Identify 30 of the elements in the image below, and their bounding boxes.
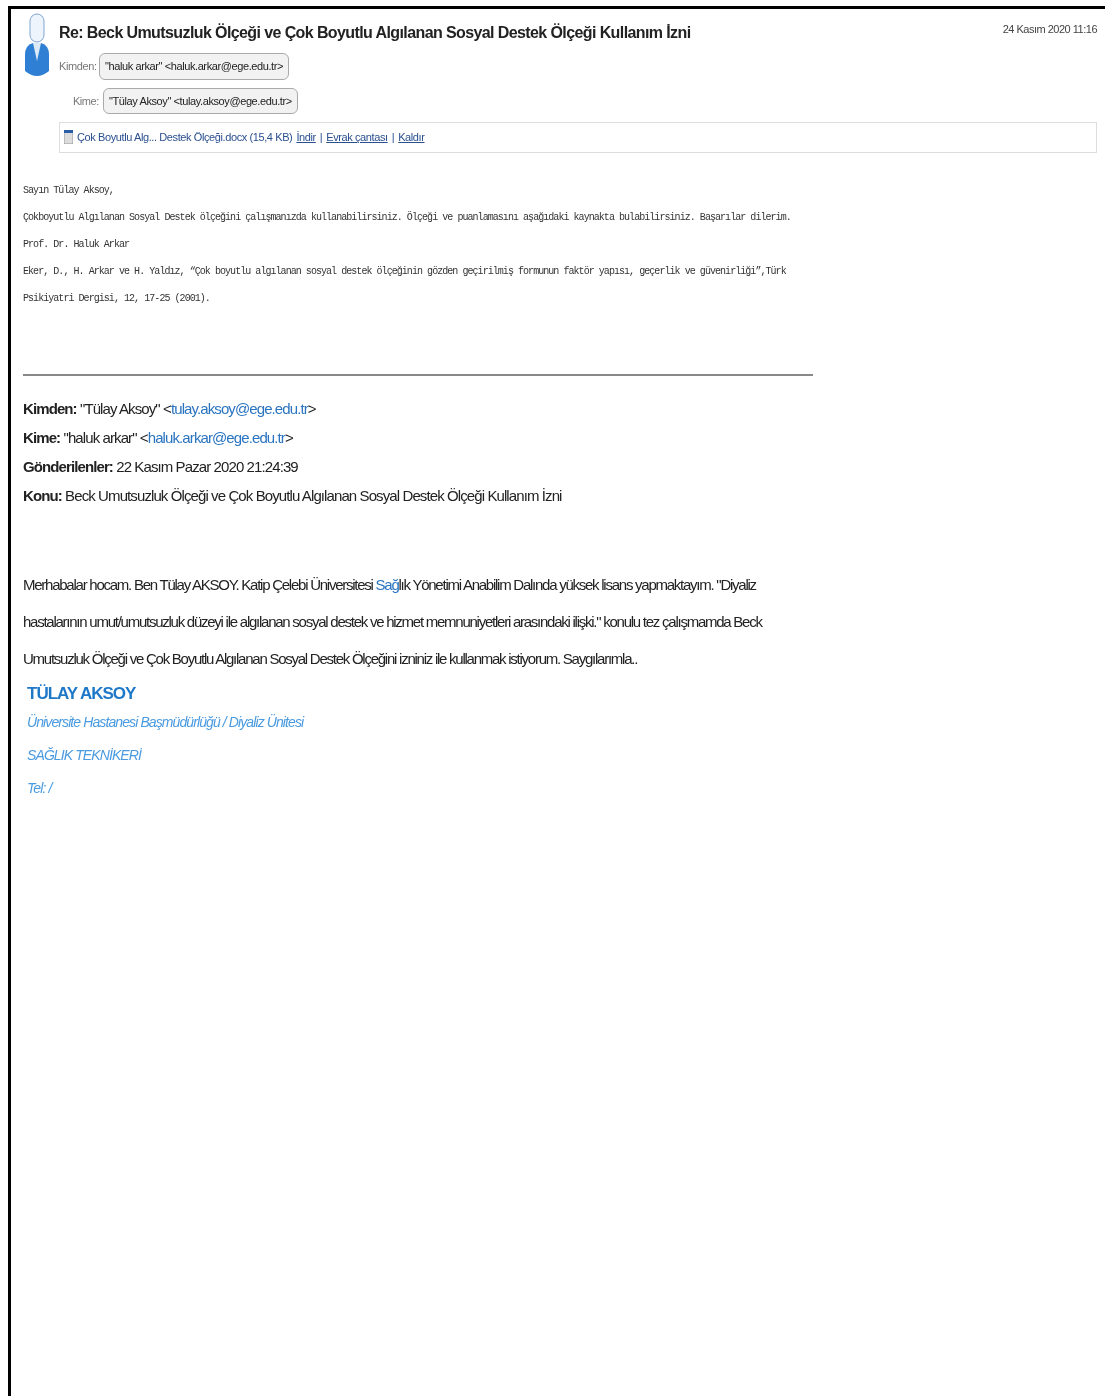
message-paragraph: Merhabalar hocam. Ben Tülay AKSOY. Katip Çelebi Üniversitesi Sağlık Yönetimi Anabilim Dalında yüksek lisans yapmaktayım. "Diyaliz hastalarının umut/umutsuzluk düzeyi ile algılanan sosyal destek ve hizmet memnuniyetleri arasındaki ilişki." konulu tez çalışmamda Beck Umutsuzluk Ölçeği ve Çok Boyutlu Algılanan Sosyal Destek Ölçeğini izniniz ile kullanmak istiyorum. Saygılarımla.. (23, 574, 764, 669)
signature-name: TÜLAY AKSOY (27, 682, 137, 705)
email-date: 24 Kasım 2020 11:16 (1002, 22, 1097, 37)
address-chip[interactable]: "haluk arkar" <haluk.arkar@ege.edu.tr> (99, 53, 290, 80)
field-label: Kime: (71, 93, 99, 109)
reply-line: Sayın Tülay Aksoy, (23, 183, 115, 198)
address-chip[interactable]: "Tülay Aksoy" <tulay.aksoy@ege.edu.tr> (103, 87, 298, 114)
attachment-name: Çok Boyutlu Alg... Destek Ölçeği.docx (15,4 KB) (77, 130, 293, 145)
signature-line: SAĞLIK TEKNİKERİ (27, 746, 143, 765)
separator: | (391, 130, 395, 145)
email-link[interactable]: haluk.arkar@ege.edu.tr (147, 428, 285, 446)
header-line: Kime: "haluk arkar" <haluk.arkar@ege.edu.tr> (23, 427, 294, 448)
header-line: Kimden: "Tülay Aksoy" <tulay.aksoy@ege.edu.tr> (23, 398, 317, 419)
person-icon (23, 13, 51, 79)
header-line: Gönderilenler: 22 Kasım Pazar 2020 21:24:39 (23, 456, 299, 477)
email-link[interactable]: tulay.aksoy@ege.edu.tr (170, 399, 308, 417)
reply-line: Çokboyutlu Algılanan Sosyal Destek ölçeğini çalışmanızda kullanabilirsiniz. Ölçeği ve puanlamasını aşağıdaki kaynakta bulabilirsiniz. Başarılar dilerim. (23, 210, 792, 225)
reply-line: Prof. Dr. Haluk Arkar (23, 237, 131, 252)
signature-line: Tel: / (27, 779, 55, 798)
separator: | (319, 130, 323, 145)
attachment-link[interactable]: Kaldır (398, 129, 425, 146)
attachment-link[interactable]: Evrak çantası (326, 129, 388, 146)
signature-line: Üniversite Hastanesi Başmüdürlüğü / Diyaliz Ünitesi (27, 713, 306, 732)
message-link[interactable]: Sağ (375, 575, 399, 593)
reply-line: Eker, D., H. Arkar ve H. Yaldız, “Çok boyutlu algılanan sosyal destek ölçeğinin gözden geçirilmiş formunun faktör yapısı, geçerlik ve güvenirliği”,Türk Psikiyatri Dergisi, 12, 17-25 (2001). (23, 264, 787, 306)
document-icon (64, 130, 73, 145)
email-subject: Re: Beck Umutsuzluk Ölçeği ve Çok Boyutlu Algılanan Sosyal Destek Ölçeği Kullanım İzni (59, 22, 691, 43)
field-label: Kimden: (59, 59, 95, 74)
header-line: Konu: Beck Umutsuzluk Ölçeği ve Çok Boyutlu Algılanan Sosyal Destek Ölçeği Kullanım İzni (23, 485, 563, 506)
attachment-link[interactable]: İndir (296, 129, 316, 146)
